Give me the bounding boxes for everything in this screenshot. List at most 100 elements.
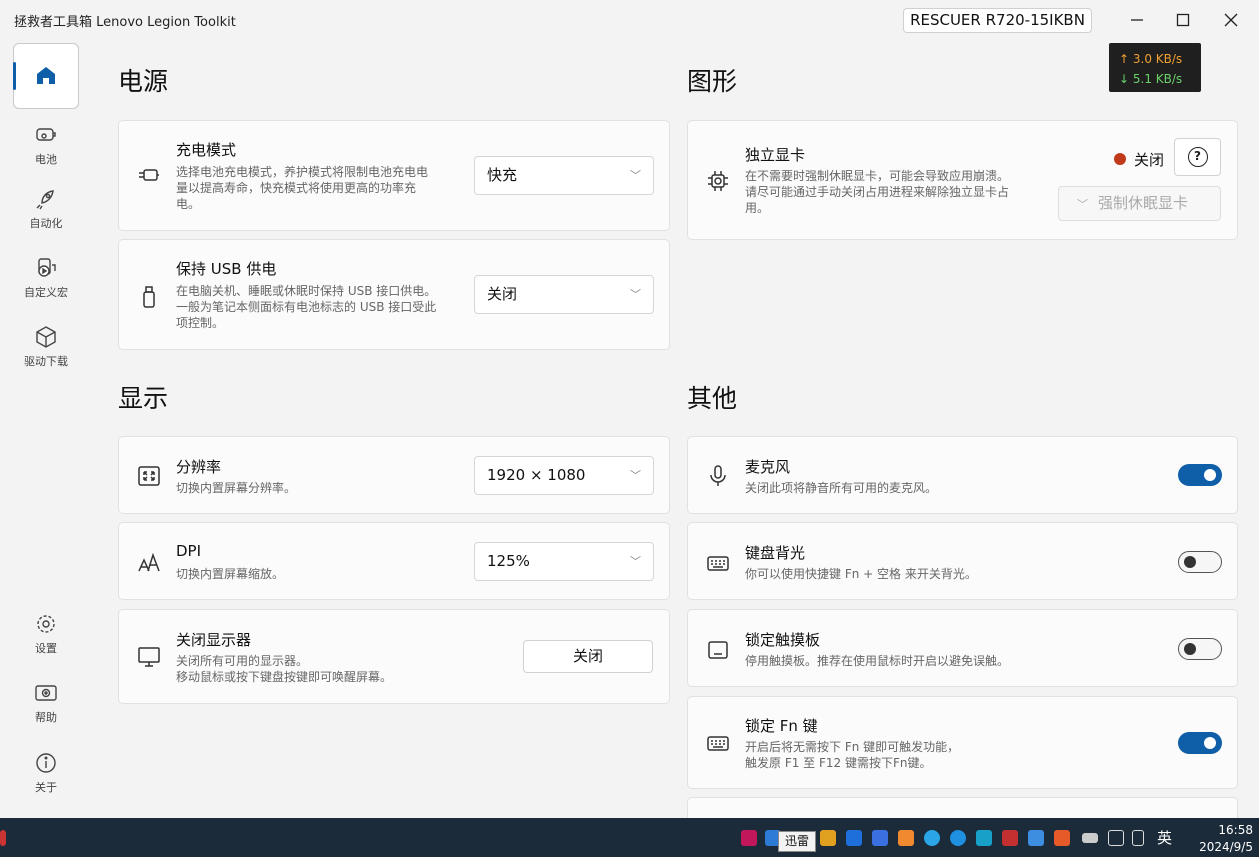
sidebar-item-home[interactable] (13, 43, 79, 109)
close-icon (1224, 13, 1238, 27)
dpi-card: DPI 切换内置屏幕缩放。 125% ﹀ (118, 522, 670, 600)
dgpu-card: 独立显卡 在不需要时强制休眠显卡，可能会导致应用崩溃。 请尽可能通过手动关闭占用… (687, 120, 1238, 240)
sidebar-item-label: 电池 (35, 152, 57, 166)
charger-icon (137, 163, 161, 187)
home-icon (37, 67, 55, 84)
upload-speed: ↑ 3.0 KB/s (1119, 52, 1183, 66)
sidebar-item-battery[interactable]: 电池 (13, 112, 79, 178)
chevron-down-icon: ﹀ (1077, 198, 1088, 211)
gear-icon (37, 614, 55, 633)
fn-lock-toggle[interactable] (1178, 732, 1222, 754)
charge-mode-title: 充电模式 (176, 141, 237, 159)
dgpu-help-button[interactable]: ? (1174, 138, 1221, 176)
keyboard-backlight-toggle[interactable] (1178, 551, 1222, 573)
usb-power-select[interactable]: 关闭 ﹀ (474, 275, 654, 314)
rocket-icon (36, 189, 54, 209)
toggle-knob (1204, 469, 1216, 481)
clock-time: 16:58 (1218, 823, 1253, 837)
usb-power-description: 在电脑关机、睡眠或休眠时保持 USB 接口供电。 一般为笔记本侧面标有电池标志的… (176, 284, 437, 330)
section-title-display: 显示 (118, 384, 169, 413)
chevron-down-icon: ﹀ (630, 469, 641, 482)
sidebar-item-label: 驱动下载 (24, 354, 68, 368)
sidebar-item-macro[interactable]: 自定义宏 (13, 245, 79, 311)
taskbar-tooltip: 迅雷 (778, 831, 816, 852)
gpu-chip-icon (706, 169, 730, 193)
force-sleep-button[interactable]: ﹀ 强制休眠显卡 (1058, 186, 1221, 221)
charge-mode-card: 充电模式 选择电池充电模式，养护模式将限制电池充电电 量以提高寿命，快充模式将使… (118, 120, 670, 231)
sidebar-item-label: 关于 (35, 780, 57, 794)
microphone-toggle[interactable] (1178, 464, 1222, 486)
resolution-title: 分辨率 (176, 458, 222, 476)
charge-mode-select[interactable]: 快充 ﹀ (474, 156, 654, 195)
sidebar-item-settings[interactable]: 设置 (13, 601, 79, 667)
info-icon (36, 752, 56, 773)
microphone-card: 麦克风 关闭此项将静音所有可用的麦克风。 (687, 436, 1238, 514)
touchpad-lock-toggle[interactable] (1178, 638, 1222, 660)
battery-icon (36, 127, 56, 141)
resolution-select[interactable]: 1920 × 1080 ﹀ (474, 456, 654, 495)
section-title-graphics: 图形 (687, 67, 738, 96)
sidebar-item-about[interactable]: 关于 (13, 740, 79, 806)
tray-app-icon[interactable] (976, 830, 992, 846)
sidebar-item-automation[interactable]: 自动化 (13, 176, 79, 242)
minimize-icon (1131, 19, 1143, 21)
tray-app-icon[interactable] (1002, 830, 1018, 846)
sidebar-item-label: 设置 (35, 641, 57, 655)
sidebar-nav: 电池 自动化 自定义宏 驱动下载 设置 帮助 关于 (0, 38, 92, 818)
cloud-icon[interactable] (924, 830, 940, 846)
touchpad-lock-card: 锁定触摸板 停用触摸板。推荐在使用鼠标时开启以避免误触。 (687, 609, 1238, 687)
section-title-other: 其他 (687, 384, 738, 413)
keyboard-backlight-description: 你可以使用快捷键 Fn + 空格 来开关背光。 (745, 567, 977, 581)
usb-power-value: 关闭 (487, 285, 518, 303)
clock[interactable]: 16:58 2024/9/5 (1199, 822, 1253, 856)
dgpu-description: 在不需要时强制休眠显卡，可能会导致应用崩溃。 请尽可能通过手动关闭占用进程来解除… (745, 169, 1010, 215)
microphone-description: 关闭此项将静音所有可用的麦克风。 (745, 481, 938, 495)
input-123-icon[interactable] (872, 830, 888, 846)
dgpu-title: 独立显卡 (745, 146, 806, 164)
clock-date: 2024/9/5 (1199, 840, 1253, 854)
touchpad-icon (706, 638, 730, 662)
ime-indicator[interactable]: 英 (1157, 827, 1172, 848)
resolution-description: 切换内置屏幕分辨率。 (176, 481, 297, 495)
monitor-icon (137, 645, 161, 669)
minimize-button[interactable] (1122, 8, 1152, 32)
dpi-select[interactable]: 125% ﹀ (474, 542, 654, 581)
fn-lock-description: 开启后将无需按下 Fn 键即可触发功能， 触发原 F1 至 F12 键需按下Fn… (745, 740, 960, 770)
sidebar-item-label: 帮助 (35, 710, 57, 724)
sidebar-item-label: 自动化 (29, 216, 63, 230)
tray-app-icon[interactable] (741, 830, 757, 846)
usb-power-card: 保持 USB 供电 在电脑关机、睡眠或休眠时保持 USB 接口供电。 一般为笔记… (118, 239, 670, 350)
device-model-badge[interactable]: RESCUER R720-15IKBN (903, 8, 1092, 33)
fn-lock-title: 锁定 Fn 键 (745, 717, 818, 735)
tray-app-icon[interactable] (898, 830, 914, 846)
sidebar-item-help[interactable]: 帮助 (13, 670, 79, 736)
sidebar-item-drivers[interactable]: 驱动下载 (13, 314, 79, 380)
app-icon[interactable] (0, 830, 6, 846)
turn-off-display-button[interactable]: 关闭 (523, 640, 653, 673)
download-speed: ↓ 5.1 KB/s (1119, 72, 1183, 86)
turn-off-display-description: 关闭所有可用的显示器。 移动鼠标或按下键盘按键即可唤醒屏幕。 (176, 654, 393, 684)
maximize-icon (1176, 13, 1190, 27)
charge-mode-value: 快充 (487, 166, 518, 184)
cube-icon[interactable] (846, 830, 862, 846)
taskbar: 英 16:58 2024/9/5 (0, 818, 1259, 857)
close-button[interactable] (1216, 8, 1246, 32)
app-title: 拯救者工具箱 Lenovo Legion Toolkit (14, 15, 236, 30)
chevron-down-icon: ﹀ (630, 169, 641, 182)
keyboard-icon (706, 551, 730, 575)
dpi-description: 切换内置屏幕缩放。 (176, 567, 285, 581)
tray-app-icon[interactable] (1028, 830, 1044, 846)
tray-app-icon[interactable] (1054, 830, 1070, 846)
text-size-icon (137, 551, 161, 575)
battery-icon[interactable] (1082, 833, 1098, 843)
charge-mode-description: 选择电池充电模式，养护模式将限制电池充电电 量以提高寿命，快充模式将使用更高的功… (176, 165, 429, 211)
maximize-button[interactable] (1168, 8, 1198, 32)
shield-icon[interactable] (820, 830, 836, 846)
network-icon[interactable] (1108, 830, 1124, 846)
fullscreen-icon (137, 464, 161, 488)
network-speed-widget: ↑ 3.0 KB/s ↓ 5.1 KB/s (1109, 43, 1201, 92)
cloud-drive-icon[interactable] (950, 830, 966, 846)
macro-icon (38, 257, 56, 277)
volume-icon[interactable] (1132, 830, 1144, 846)
dgpu-status-text: 关闭 (1134, 151, 1165, 169)
